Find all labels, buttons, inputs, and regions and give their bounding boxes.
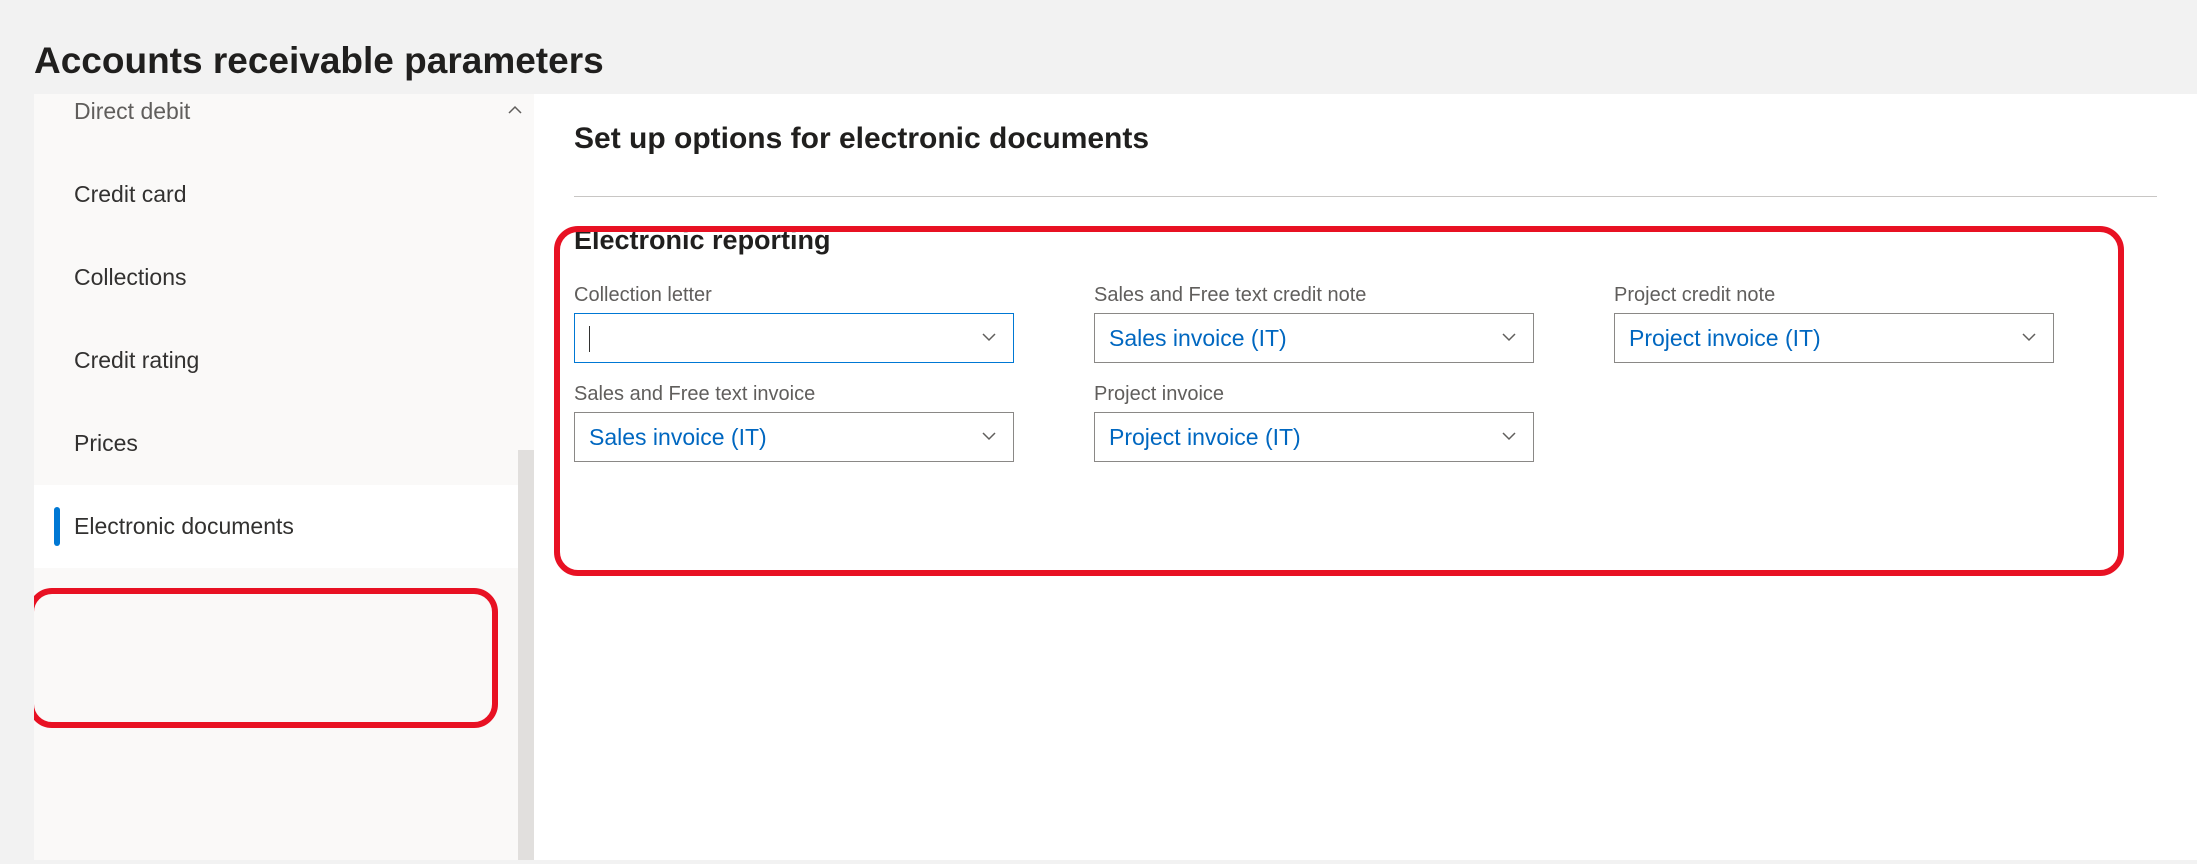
sidebar-item-label: Prices [74,430,138,456]
sidebar-item-credit-rating[interactable]: Credit rating [34,319,534,402]
field-label: Project invoice [1094,383,1534,406]
scroll-up-icon[interactable] [508,102,522,120]
collection-letter-select[interactable] [574,313,1014,363]
chevron-down-icon [1499,426,1519,449]
field-sales-free-text-credit-note: Sales and Free text credit note Sales in… [1094,284,1534,363]
annotation-highlight-sidebar [34,588,498,728]
chevron-down-icon [2019,327,2039,350]
chevron-down-icon [979,327,999,350]
field-label: Sales and Free text invoice [574,383,1014,406]
combo-value: Project invoice (IT) [1109,424,1491,451]
project-invoice-select[interactable]: Project invoice (IT) [1094,412,1534,462]
sidebar-item-collections[interactable]: Collections [34,236,534,319]
field-project-invoice: Project invoice Project invoice (IT) [1094,383,1534,462]
combo-value: Project invoice (IT) [1629,325,2011,352]
chevron-down-icon [1499,327,1519,350]
field-label: Sales and Free text credit note [1094,284,1534,307]
sidebar-item-label: Credit card [74,181,186,207]
text-cursor [589,326,590,352]
sidebar-item-label: Collections [74,264,187,290]
field-label: Collection letter [574,284,1014,307]
main-panel: Set up options for electronic documents … [534,94,2197,860]
section-title: Electronic reporting [574,225,2157,256]
sidebar-item-electronic-documents[interactable]: Electronic documents [34,485,534,568]
page-title: Accounts receivable parameters [0,0,2197,94]
field-project-credit-note: Project credit note Project invoice (IT) [1614,284,2054,363]
sidebar-item-label: Electronic documents [74,513,294,539]
panel-heading: Set up options for electronic documents [574,122,2157,156]
sidebar: Direct debit Credit card Collections Cre… [34,94,534,860]
field-collection-letter: Collection letter [574,284,1014,363]
field-label: Project credit note [1614,284,2054,307]
scrollbar-track[interactable] [518,450,534,860]
divider [574,196,2157,197]
combo-value [589,324,971,352]
combo-value: Sales invoice (IT) [589,424,971,451]
content-area: Direct debit Credit card Collections Cre… [34,94,2197,860]
sidebar-item-credit-card[interactable]: Credit card [34,153,534,236]
field-grid: Collection letter Sales and Free text cr… [574,284,2157,462]
sidebar-item-prices[interactable]: Prices [34,402,534,485]
sidebar-item-direct-debit[interactable]: Direct debit [34,94,534,153]
sidebar-item-label: Credit rating [74,347,199,373]
project-credit-note-select[interactable]: Project invoice (IT) [1614,313,2054,363]
sales-free-text-credit-note-select[interactable]: Sales invoice (IT) [1094,313,1534,363]
field-sales-free-text-invoice: Sales and Free text invoice Sales invoic… [574,383,1014,462]
chevron-down-icon [979,426,999,449]
sales-free-text-invoice-select[interactable]: Sales invoice (IT) [574,412,1014,462]
combo-value: Sales invoice (IT) [1109,325,1491,352]
sidebar-item-label: Direct debit [74,98,190,124]
